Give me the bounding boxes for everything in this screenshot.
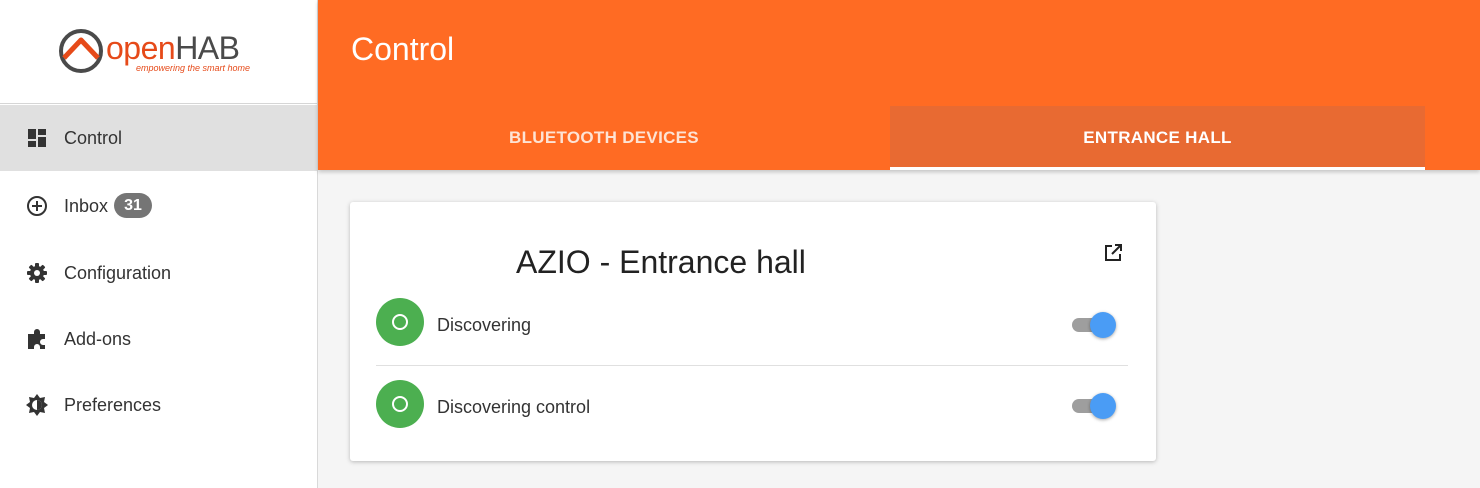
brightness-icon	[26, 394, 48, 416]
sidebar-item-label: Inbox	[64, 195, 109, 216]
tab-label: BLUETOOTH DEVICES	[509, 128, 699, 147]
sidebar-item-control[interactable]: Control	[0, 105, 317, 171]
sidebar-item-add-ons[interactable]: Add-ons	[0, 306, 317, 372]
card-title: AZIO - Entrance hall	[516, 244, 806, 280]
add-circle-icon	[26, 195, 48, 217]
sidebar-item-preferences[interactable]: Preferences	[0, 372, 317, 438]
sidebar-item-inbox[interactable]: Inbox 31	[0, 173, 317, 239]
openhab-logo-icon	[59, 29, 103, 73]
sidebar-item-label: Preferences	[64, 394, 162, 415]
list-item: Discovering control	[350, 372, 1156, 442]
tab-label: ENTRANCE HALL	[1083, 128, 1232, 147]
discovering-control-toggle[interactable]	[1072, 391, 1118, 421]
puzzle-icon	[26, 328, 48, 350]
tab-bluetooth-devices[interactable]: BLUETOOTH DEVICES	[318, 106, 890, 170]
list-item: Discovering	[350, 290, 1156, 360]
gear-icon	[26, 262, 48, 284]
app-header: Control BLUETOOTH DEVICES ENTRANCE HALL	[318, 0, 1480, 170]
active-tab-indicator	[890, 167, 1425, 170]
sidebar: openHAB empowering the smart home Contro…	[0, 0, 318, 488]
page-title: Control	[351, 31, 455, 67]
status-circle-icon	[376, 298, 424, 346]
logo-tagline: empowering the smart home	[136, 63, 251, 73]
tab-entrance-hall[interactable]: ENTRANCE HALL	[890, 106, 1425, 170]
sidebar-item-label: Control	[64, 127, 123, 148]
divider	[376, 365, 1128, 366]
status-circle-icon	[376, 380, 424, 428]
row-label: Discovering	[437, 315, 532, 335]
device-card: AZIO - Entrance hall Discovering Discove…	[350, 202, 1156, 461]
open-in-new-icon[interactable]	[1102, 242, 1124, 264]
row-label: Discovering control	[437, 397, 591, 417]
inbox-count-badge: 31	[114, 193, 152, 218]
sidebar-item-label: Configuration	[64, 262, 172, 283]
dashboard-icon	[26, 127, 48, 149]
openhab-logo[interactable]: openHAB empowering the smart home	[0, 0, 317, 104]
sidebar-item-label: Add-ons	[64, 328, 132, 349]
sidebar-item-configuration[interactable]: Configuration	[0, 240, 317, 306]
logo-wordmark: openHAB	[106, 30, 240, 66]
discovering-toggle[interactable]	[1072, 310, 1118, 340]
